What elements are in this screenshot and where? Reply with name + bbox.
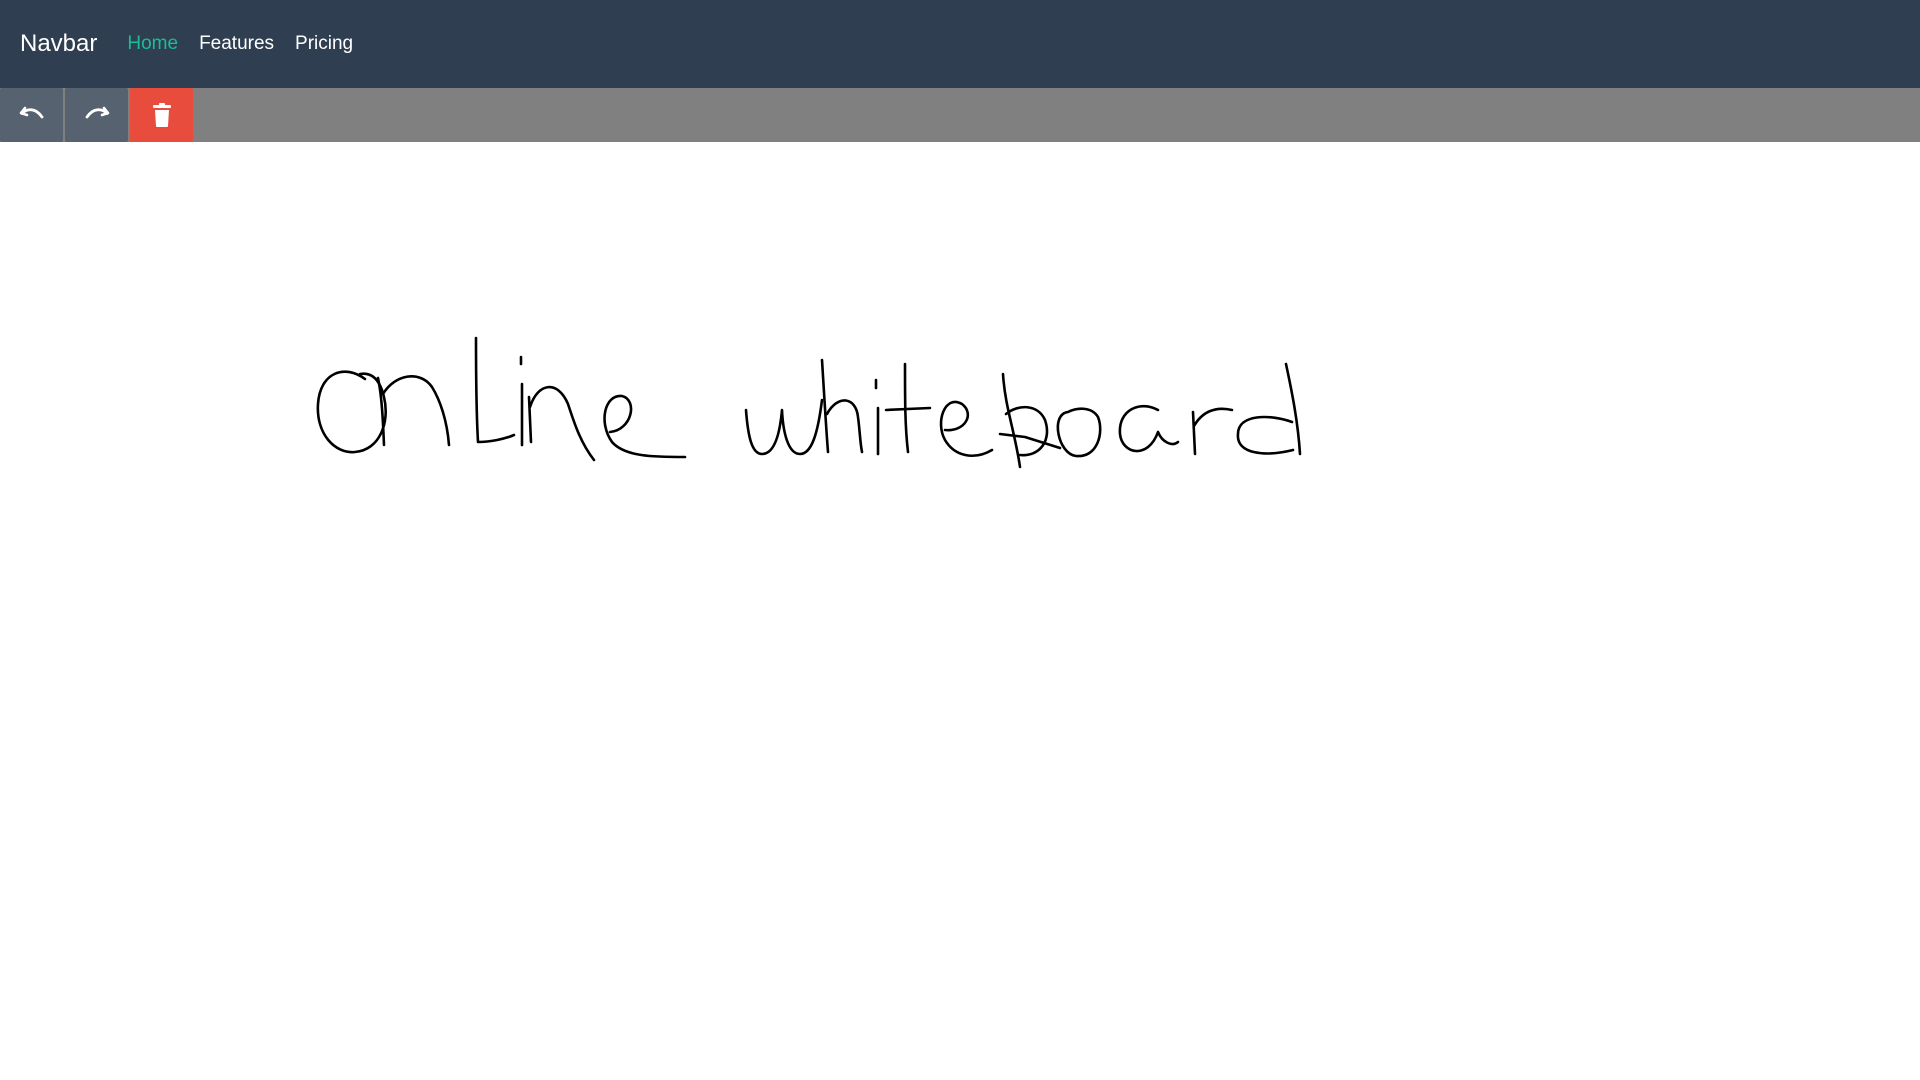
stroke-e [603, 394, 687, 459]
navbar: Navbar Home Features Pricing [0, 0, 1920, 88]
stroke-n2 [527, 385, 596, 462]
stroke-h [820, 358, 864, 454]
stroke-r [1191, 407, 1234, 456]
stroke-d [1236, 362, 1302, 456]
nav-link-features[interactable]: Features [199, 33, 274, 55]
stroke-l [474, 336, 516, 444]
whiteboard-canvas[interactable] [0, 142, 1920, 1080]
redo-icon [83, 104, 111, 126]
stroke-b [1001, 372, 1049, 469]
nav-link-pricing[interactable]: Pricing [295, 33, 353, 55]
stroke-a [1118, 404, 1180, 453]
stroke-cross [998, 432, 1062, 450]
stroke-o [316, 370, 387, 454]
undo-button[interactable] [0, 88, 63, 142]
undo-icon [18, 104, 46, 126]
trash-icon [151, 102, 173, 128]
stroke-n [376, 375, 451, 447]
nav-link-home[interactable]: Home [127, 33, 178, 55]
stroke-i2 [874, 378, 880, 456]
handwriting-drawing [316, 336, 1302, 469]
clear-button[interactable] [130, 88, 193, 142]
stroke-i [519, 355, 524, 447]
nav-links: Home Features Pricing [127, 33, 353, 55]
whiteboard-toolbar [0, 88, 1920, 142]
stroke-t [884, 362, 932, 454]
stroke-e2 [939, 400, 994, 458]
navbar-brand[interactable]: Navbar [20, 30, 97, 58]
stroke-o2 [1056, 407, 1102, 458]
stroke-w [744, 398, 824, 456]
redo-button[interactable] [65, 88, 128, 142]
